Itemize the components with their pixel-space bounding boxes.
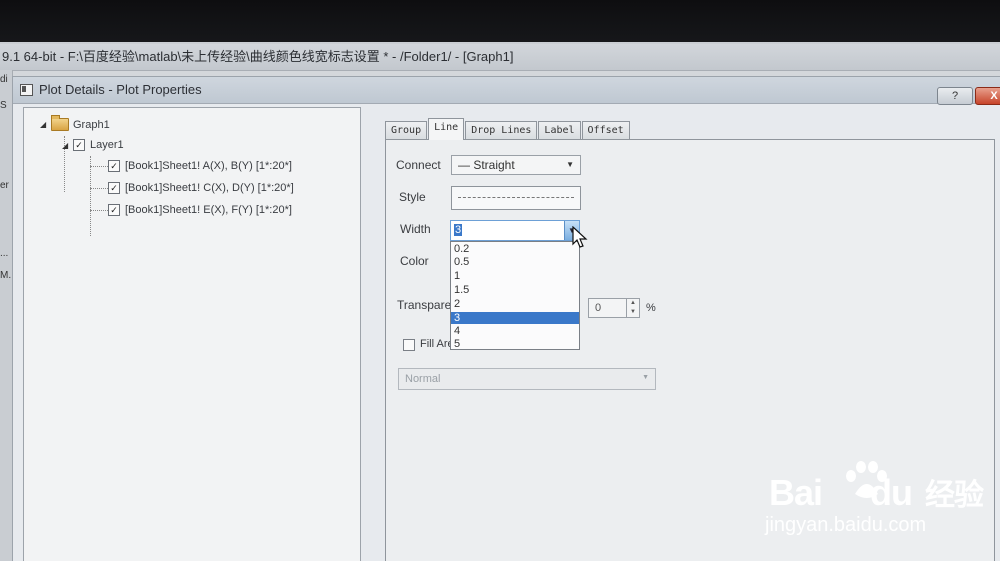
close-button[interactable]: X bbox=[975, 87, 1000, 105]
collapse-icon[interactable]: ◢ bbox=[62, 141, 70, 150]
app-title-text: 9.1 64-bit - F:\百度经验\matlab\未上传经验\曲线颜色线宽… bbox=[2, 49, 514, 64]
width-dropdown-list[interactable]: 0.2 0.5 1 1.5 2 3 4 5 bbox=[450, 241, 580, 350]
logo-text: Bai bbox=[769, 472, 823, 513]
left-strip-label: S bbox=[0, 100, 7, 111]
dataset-checkbox[interactable]: ✓ bbox=[108, 182, 120, 194]
transparency-value: 0 bbox=[595, 302, 602, 314]
tree-guide bbox=[90, 210, 108, 211]
paw-icon bbox=[846, 461, 887, 498]
tree-node-dataset[interactable]: ✓ [Book1]Sheet1! E(X), F(Y) [1*:20*] bbox=[108, 204, 292, 216]
dataset-checkbox[interactable]: ✓ bbox=[108, 160, 120, 172]
layer-checkbox[interactable]: ✓ bbox=[73, 139, 85, 151]
watermark-url: jingyan.baidu.com bbox=[765, 514, 927, 536]
dialog-title: Plot Details - Plot Properties bbox=[39, 82, 202, 97]
width-option-selected[interactable]: 3 bbox=[451, 312, 579, 324]
fill-mode-select: Normal ▼ bbox=[398, 368, 656, 390]
tree-node-dataset[interactable]: ✓ [Book1]Sheet1! A(X), B(Y) [1*:20*] bbox=[108, 160, 292, 172]
screen: 9.1 64-bit - F:\百度经验\matlab\未上传经验\曲线颜色线宽… bbox=[0, 0, 1000, 561]
width-select[interactable]: 3 ▼ bbox=[450, 220, 580, 241]
transparency-spinner[interactable]: 0 ▲ ▼ bbox=[588, 298, 640, 318]
tree-node-graph[interactable]: ◢ Graph1 bbox=[40, 115, 110, 131]
width-option[interactable]: 4 bbox=[451, 325, 579, 337]
spinner-arrows-icon[interactable]: ▲ ▼ bbox=[626, 299, 639, 317]
width-option[interactable]: 1.5 bbox=[451, 284, 579, 296]
tab-strip: Group Line Drop Lines Label Offset bbox=[385, 118, 631, 141]
left-strip-label: ... bbox=[0, 248, 9, 259]
tree-guide bbox=[90, 156, 91, 236]
tab-label[interactable]: Label bbox=[538, 121, 581, 140]
fill-area-label: Fill Are bbox=[420, 338, 454, 350]
percent-unit: % bbox=[646, 302, 656, 314]
left-strip-label: M. bbox=[0, 270, 12, 281]
logo-text: 经验 bbox=[925, 479, 984, 512]
tab-group[interactable]: Group bbox=[385, 121, 428, 140]
app-titlebar: 9.1 64-bit - F:\百度经验\matlab\未上传经验\曲线颜色线宽… bbox=[0, 44, 1000, 71]
width-option[interactable]: 1 bbox=[451, 270, 579, 282]
tab-offset[interactable]: Offset bbox=[581, 121, 630, 140]
width-option[interactable]: 2 bbox=[451, 298, 579, 310]
chevron-down-icon: ▼ bbox=[566, 160, 574, 169]
collapse-icon[interactable]: ◢ bbox=[40, 120, 48, 129]
baidu-watermark: Bai du 经验 jingyan.baidu.com bbox=[765, 460, 995, 540]
width-option[interactable]: 0.5 bbox=[451, 256, 579, 268]
style-select[interactable] bbox=[451, 186, 581, 210]
color-label: Color bbox=[400, 254, 429, 268]
width-label: Width bbox=[400, 222, 431, 236]
tree-node-dataset[interactable]: ✓ [Book1]Sheet1! C(X), D(Y) [1*:20*] bbox=[108, 182, 294, 194]
width-option[interactable]: 5 bbox=[451, 338, 579, 350]
connect-label: Connect bbox=[396, 158, 441, 172]
style-label: Style bbox=[399, 190, 426, 204]
width-value[interactable]: 3 bbox=[454, 224, 463, 236]
tree-node-layer[interactable]: ◢ ✓ Layer1 bbox=[62, 139, 124, 151]
connect-value: — Straight bbox=[458, 158, 515, 172]
left-strip-label: er bbox=[0, 180, 9, 191]
window-icon bbox=[20, 84, 33, 96]
fill-area-checkbox[interactable] bbox=[403, 339, 415, 351]
plot-tree[interactable]: ◢ Graph1 ◢ ✓ Layer1 ✓ [Book1]Sheet1! A(X… bbox=[23, 107, 361, 561]
folder-icon bbox=[51, 115, 69, 131]
tree-guide bbox=[90, 188, 108, 189]
transparency-label: Transparer bbox=[397, 298, 456, 312]
tree-node-label: Graph1 bbox=[73, 118, 110, 131]
tab-drop-lines[interactable]: Drop Lines bbox=[465, 121, 538, 140]
dialog-titlebar[interactable]: Plot Details - Plot Properties ? X bbox=[13, 77, 1000, 105]
tree-node-label: Layer1 bbox=[90, 139, 124, 151]
left-strip-label: di bbox=[0, 74, 8, 85]
tree-node-label: [Book1]Sheet1! C(X), D(Y) [1*:20*] bbox=[125, 182, 294, 194]
tree-node-label: [Book1]Sheet1! E(X), F(Y) [1*:20*] bbox=[125, 204, 292, 216]
tree-node-label: [Book1]Sheet1! A(X), B(Y) [1*:20*] bbox=[125, 160, 292, 172]
dataset-checkbox[interactable]: ✓ bbox=[108, 204, 120, 216]
tab-line[interactable]: Line bbox=[428, 118, 465, 140]
tree-guide bbox=[90, 166, 108, 167]
help-button[interactable]: ? bbox=[937, 87, 973, 105]
chevron-down-icon: ▼ bbox=[642, 374, 649, 381]
mouse-cursor-icon bbox=[572, 226, 588, 248]
fill-mode-value: Normal bbox=[405, 373, 441, 385]
width-option[interactable]: 0.2 bbox=[451, 243, 579, 255]
dash-style-preview bbox=[458, 197, 574, 198]
connect-select[interactable]: — Straight ▼ bbox=[451, 155, 581, 175]
